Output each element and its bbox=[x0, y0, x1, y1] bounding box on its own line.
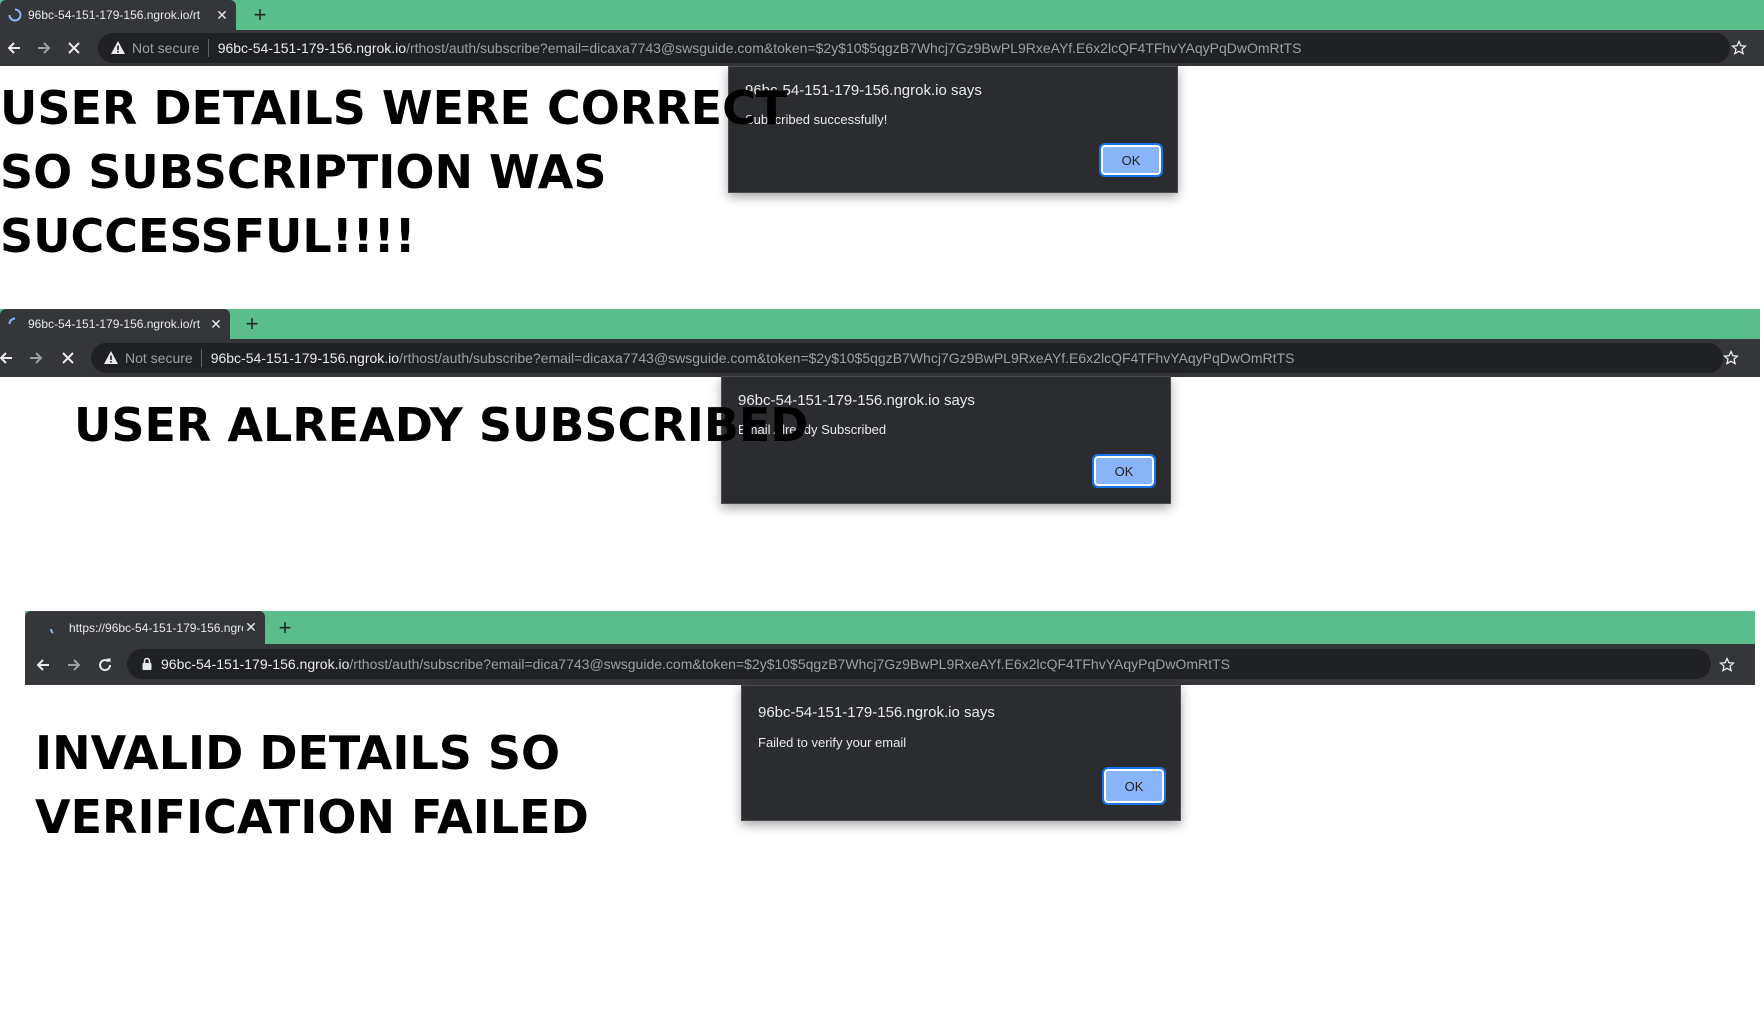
forward-arrow-icon[interactable] bbox=[30, 30, 58, 66]
back-arrow-icon[interactable] bbox=[0, 339, 20, 377]
stop-icon[interactable] bbox=[60, 30, 88, 66]
forward-arrow-icon[interactable] bbox=[60, 644, 88, 685]
browser-tab[interactable]: 96bc-54-151-179-156.ngrok.io/rt ✕ bbox=[0, 0, 236, 30]
star-icon[interactable] bbox=[1718, 339, 1744, 377]
ok-button[interactable]: OK bbox=[1102, 767, 1166, 805]
back-arrow-icon[interactable] bbox=[29, 644, 57, 685]
dialog-title: 96bc-54-151-179-156.ngrok.io says bbox=[758, 704, 995, 721]
browser-tab[interactable]: 96bc-54-151-179-156.ngrok.io/rt ✕ bbox=[0, 309, 230, 339]
browser-toolbar: Not secure 96bc-54-151-179-156.ngrok.io /… bbox=[0, 30, 1764, 66]
omnibox-divider bbox=[200, 349, 202, 367]
browser-toolbar: Not secure 96bc-54-151-179-156.ngrok.io /… bbox=[0, 339, 1760, 377]
dialog-message: Failed to verify your email bbox=[758, 735, 907, 750]
address-bar[interactable]: 96bc-54-151-179-156.ngrok.io/rthost/auth… bbox=[127, 649, 1711, 679]
caption: USER DETAILS WERE CORRECT SO SUBSCRIPTIO… bbox=[0, 76, 787, 268]
omnibox-divider bbox=[207, 39, 209, 57]
url-host: 96bc-54-151-179-156.ngrok.io bbox=[210, 350, 400, 366]
warning-triangle-icon bbox=[110, 40, 126, 56]
plus-icon[interactable]: + bbox=[271, 611, 299, 644]
plus-icon[interactable]: + bbox=[238, 309, 266, 339]
stop-icon[interactable] bbox=[54, 339, 82, 377]
address-bar[interactable]: Not secure 96bc-54-151-179-156.ngrok.io /… bbox=[91, 343, 1723, 373]
caption: USER ALREADY SUBSCRIBED bbox=[74, 393, 809, 457]
tab-title: 96bc-54-151-179-156.ngrok.io/rt bbox=[28, 317, 201, 331]
caption: INVALID DETAILS SO VERIFICATION FAILED bbox=[35, 721, 589, 849]
warning-triangle-icon bbox=[103, 350, 119, 366]
star-icon[interactable] bbox=[1726, 30, 1752, 66]
forward-arrow-icon[interactable] bbox=[22, 339, 50, 377]
url-path: /rthost/auth/subscribe?email=dicaxa7743@… bbox=[399, 350, 1295, 366]
alert-dialog: 96bc-54-151-179-156.ngrok.io says Subscr… bbox=[728, 66, 1178, 193]
browser-panel-2: 96bc-54-151-179-156.ngrok.io/rt ✕ + Not … bbox=[0, 309, 1760, 377]
caption-line: USER ALREADY SUBSCRIBED bbox=[74, 398, 809, 452]
url-host: 96bc-54-151-179-156.ngrok.io bbox=[161, 656, 350, 672]
alert-dialog: 96bc-54-151-179-156.ngrok.io says Failed… bbox=[741, 685, 1181, 821]
browser-panel-3: https://96bc-54-151-179-156.ngrok ✕ + 96… bbox=[25, 611, 1755, 685]
caption-line: USER DETAILS WERE CORRECT bbox=[0, 81, 788, 135]
caption-line: INVALID DETAILS SO bbox=[35, 726, 561, 780]
browser-panel-1: 96bc-54-151-179-156.ngrok.io/rt ✕ + Not … bbox=[0, 0, 1764, 66]
close-icon[interactable]: ✕ bbox=[243, 619, 259, 636]
lock-icon bbox=[139, 656, 155, 672]
caption-line: VERIFICATION FAILED bbox=[35, 790, 589, 844]
url-host: 96bc-54-151-179-156.ngrok.io bbox=[217, 40, 407, 56]
url-path: /rthost/auth/subscribe?email=dicaxa7743@… bbox=[406, 40, 1302, 56]
url-path: /rthost/auth/subscribe?email=dica7743@sw… bbox=[349, 656, 1230, 672]
loading-spinner-icon bbox=[8, 8, 22, 22]
tab-title: 96bc-54-151-179-156.ngrok.io/rt bbox=[28, 8, 201, 22]
tab-title: https://96bc-54-151-179-156.ngrok bbox=[69, 620, 243, 635]
loading-spinner-icon bbox=[8, 317, 22, 331]
close-icon[interactable]: ✕ bbox=[208, 316, 224, 333]
close-icon[interactable]: ✕ bbox=[214, 7, 230, 24]
browser-toolbar: 96bc-54-151-179-156.ngrok.io/rthost/auth… bbox=[25, 644, 1755, 685]
plus-icon[interactable]: + bbox=[246, 0, 274, 30]
star-icon[interactable] bbox=[1714, 644, 1740, 685]
back-arrow-icon[interactable] bbox=[0, 30, 28, 66]
reload-icon[interactable] bbox=[91, 644, 119, 685]
address-bar[interactable]: Not secure 96bc-54-151-179-156.ngrok.io /… bbox=[98, 33, 1730, 63]
ok-button[interactable]: OK bbox=[1092, 454, 1156, 488]
not-secure-label: Not secure bbox=[132, 40, 200, 56]
browser-tab[interactable]: https://96bc-54-151-179-156.ngrok ✕ bbox=[25, 611, 265, 644]
caption-line: SO SUBSCRIPTION WAS bbox=[0, 145, 607, 199]
caption-line: SUCCESSFUL!!!! bbox=[0, 209, 416, 263]
ok-button[interactable]: OK bbox=[1099, 143, 1163, 177]
not-secure-label: Not secure bbox=[125, 350, 193, 366]
loading-spinner-icon bbox=[49, 621, 63, 635]
